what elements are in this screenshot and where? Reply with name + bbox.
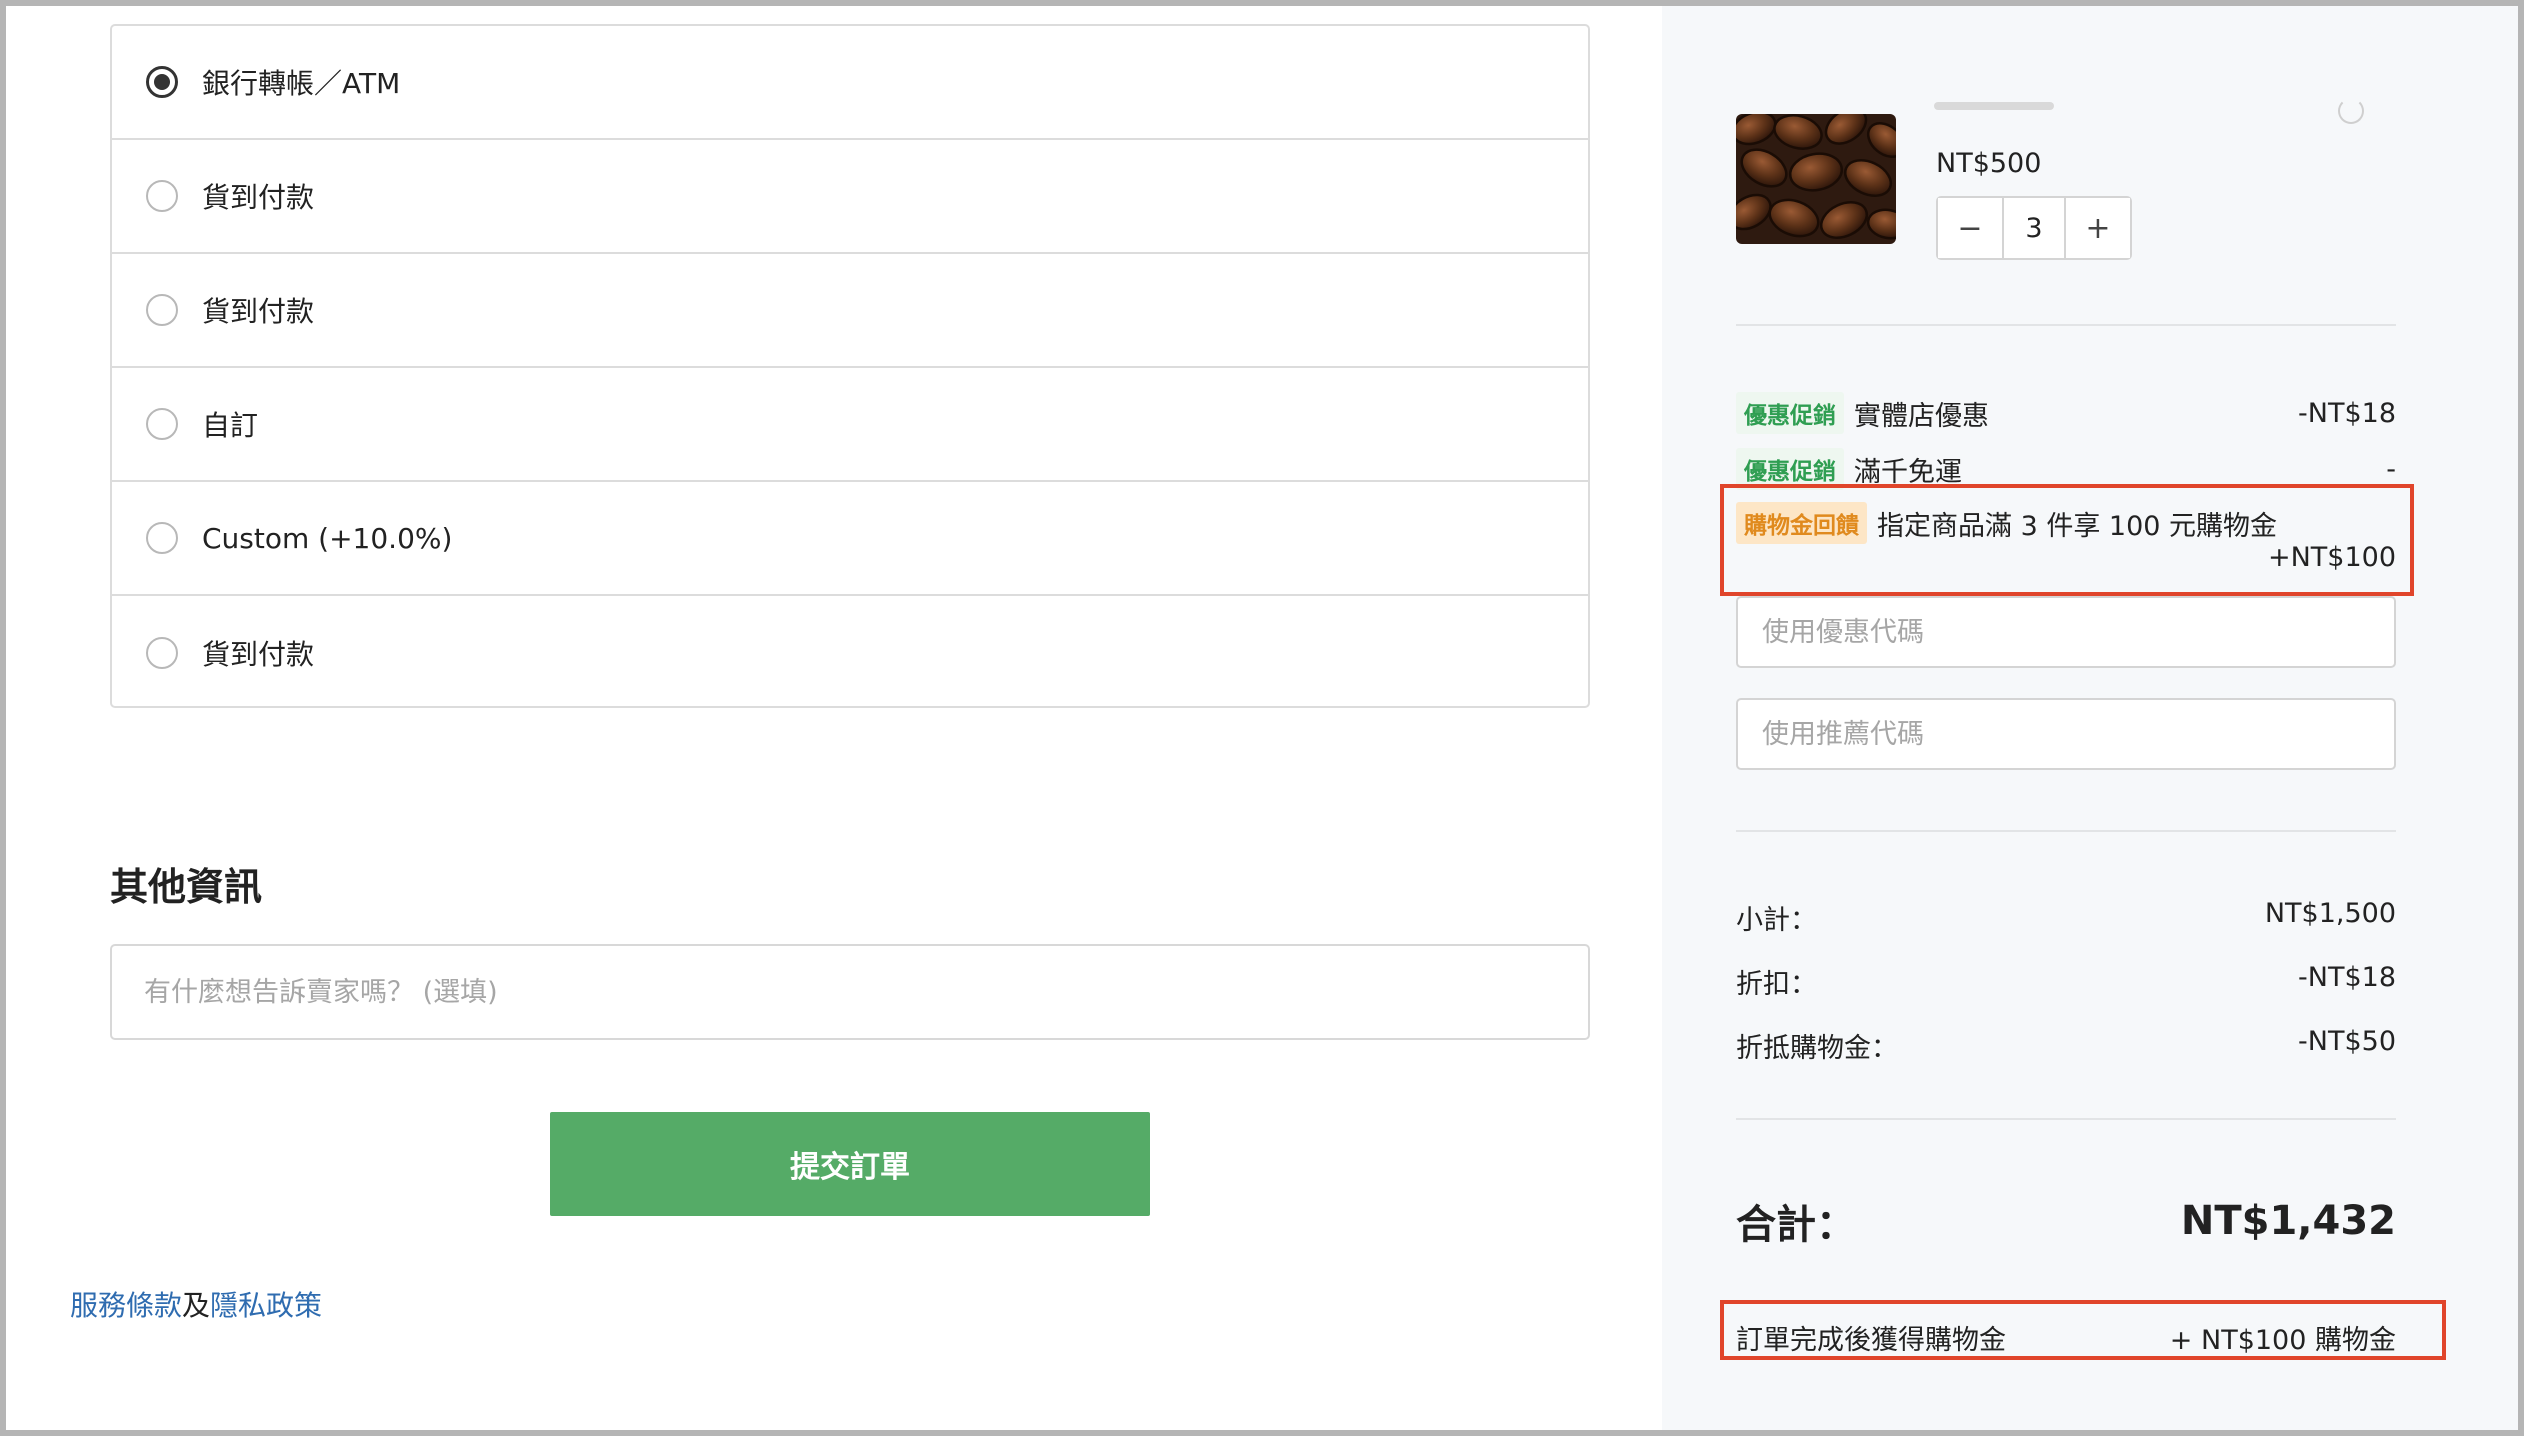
payment-option-label: 貨到付款 <box>202 181 315 214</box>
credit-deduction-row: 折抵購物金： -NT$50 <box>1736 1026 2396 1065</box>
promotion-value: - <box>2386 453 2396 485</box>
total-row: 合計： NT$1,432 <box>1736 1192 2396 1250</box>
coupon-code-input[interactable] <box>1736 596 2396 668</box>
payment-option-label: 貨到付款 <box>202 638 315 671</box>
discount-value: -NT$18 <box>2298 962 2396 993</box>
remove-item-icon[interactable] <box>2338 98 2364 124</box>
credit-promo-value-row: +NT$100 <box>1736 542 2396 573</box>
checkout-page: 銀行轉帳／ATM 貨到付款 貨到付款 自訂 Custom (+10.0%) 貨到… <box>6 6 2518 1430</box>
promotion-value: -NT$18 <box>2298 397 2396 429</box>
reward-label: 訂單完成後獲得購物金 <box>1736 1325 2006 1356</box>
quantity-minus-button[interactable]: − <box>1938 198 2002 258</box>
promotion-name: 實體店優惠 <box>1854 400 1989 432</box>
credit-deduction-label: 折抵購物金： <box>1736 1033 1898 1064</box>
submit-order-button[interactable]: 提交訂單 <box>550 1112 1150 1216</box>
reward-value: + NT$100 購物金 <box>2169 1325 2396 1356</box>
payment-option-bank-transfer[interactable]: 銀行轉帳／ATM <box>112 26 1588 140</box>
payment-option-cod-3[interactable]: 貨到付款 <box>112 596 1588 710</box>
payment-method-list: 銀行轉帳／ATM 貨到付款 貨到付款 自訂 Custom (+10.0%) 貨到… <box>110 24 1590 708</box>
radio-button[interactable] <box>146 294 178 326</box>
other-info-title: 其他資訊 <box>110 865 263 909</box>
product-name-truncated <box>1934 102 2054 110</box>
subtotal-row: 小計： NT$1,500 <box>1736 898 2396 937</box>
divider <box>1736 1118 2396 1120</box>
discount-label: 折扣： <box>1736 969 1817 1000</box>
quantity-value[interactable]: 3 <box>2002 198 2066 258</box>
promotion-name: 滿千免運 <box>1854 456 1962 488</box>
radio-button[interactable] <box>146 180 178 212</box>
terms-link[interactable]: 服務條款 <box>70 1289 182 1322</box>
radio-button[interactable] <box>146 637 178 669</box>
referral-code-input[interactable] <box>1736 698 2396 770</box>
radio-button[interactable] <box>146 408 178 440</box>
payment-option-cod-1[interactable]: 貨到付款 <box>112 140 1588 254</box>
payment-option-label: Custom (+10.0%) <box>202 521 453 555</box>
product-price: NT$500 <box>1936 148 2042 179</box>
total-value: NT$1,432 <box>2180 1198 2396 1244</box>
legal-and-text: 及 <box>182 1289 211 1322</box>
payment-option-custom[interactable]: Custom (+10.0%) <box>112 482 1588 596</box>
credit-promo-tag: 購物金回饋 <box>1736 502 1867 544</box>
reward-row: 訂單完成後獲得購物金 + NT$100 購物金 <box>1736 1318 2396 1357</box>
legal-links: 服務條款及隱私政策 <box>70 1284 322 1324</box>
payment-option-custom-zh[interactable]: 自訂 <box>112 368 1588 482</box>
divider <box>1736 324 2396 326</box>
credit-promo-row: 購物金回饋 指定商品滿 3 件享 100 元購物金 <box>1736 502 2396 544</box>
credit-deduction-value: -NT$50 <box>2298 1026 2396 1057</box>
credit-promo-name: 指定商品滿 3 件享 100 元購物金 <box>1877 510 2278 542</box>
promotion-row: 優惠促銷 實體店優惠 -NT$18 <box>1736 392 2396 434</box>
seller-note-input[interactable] <box>110 944 1590 1040</box>
quantity-stepper: − 3 + <box>1936 196 2132 260</box>
radio-button-checked[interactable] <box>146 66 178 98</box>
payment-option-label: 銀行轉帳／ATM <box>202 67 401 100</box>
payment-option-label: 貨到付款 <box>202 295 315 328</box>
radio-button[interactable] <box>146 522 178 554</box>
total-label: 合計： <box>1736 1202 1856 1248</box>
quantity-plus-button[interactable]: + <box>2066 198 2130 258</box>
order-summary-panel: NT$500 − 3 + 優惠促銷 實體店優惠 -NT$18 優惠促銷 滿千免運… <box>1662 6 2518 1430</box>
subtotal-label: 小計： <box>1736 905 1817 936</box>
payment-option-cod-2[interactable]: 貨到付款 <box>112 254 1588 368</box>
product-image <box>1736 114 1896 244</box>
discount-row: 折扣： -NT$18 <box>1736 962 2396 1001</box>
divider <box>1736 830 2396 832</box>
subtotal-value: NT$1,500 <box>2264 898 2396 929</box>
credit-promo-value: +NT$100 <box>2267 542 2396 573</box>
payment-option-label: 自訂 <box>202 409 259 442</box>
privacy-link[interactable]: 隱私政策 <box>210 1289 322 1322</box>
promotion-tag: 優惠促銷 <box>1736 392 1844 434</box>
checkout-form: 銀行轉帳／ATM 貨到付款 貨到付款 自訂 Custom (+10.0%) 貨到… <box>6 6 1662 1430</box>
